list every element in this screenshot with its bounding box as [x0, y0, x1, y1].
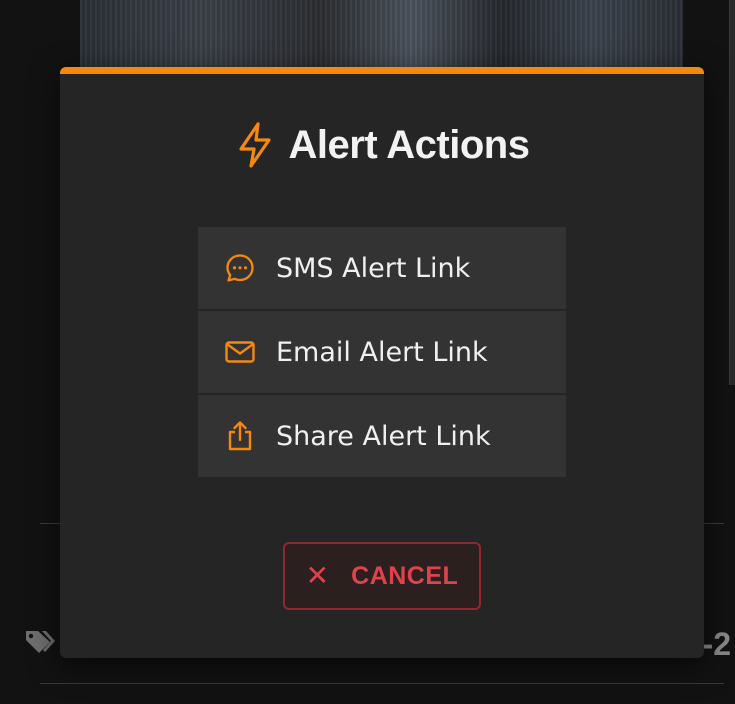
- background-scrollbar: [729, 0, 735, 385]
- dialog-accent-bar: [60, 67, 704, 74]
- dialog-header: Alert Actions: [60, 115, 704, 175]
- close-icon: ✕: [305, 559, 330, 592]
- sms-alert-link-label: SMS Alert Link: [276, 252, 471, 284]
- email-alert-link-label: Email Alert Link: [276, 336, 488, 368]
- app-screen: R-2 Alert Actions SMS Alert Link Email A…: [0, 0, 735, 704]
- tags-icon: [26, 631, 55, 653]
- sms-alert-link-button[interactable]: SMS Alert Link: [198, 227, 566, 309]
- email-alert-link-button[interactable]: Email Alert Link: [198, 311, 566, 393]
- cancel-label: CANCEL: [351, 561, 459, 590]
- cancel-button[interactable]: ✕ CANCEL: [283, 542, 481, 610]
- share-alert-link-button[interactable]: Share Alert Link: [198, 395, 566, 477]
- background-divider: [40, 683, 724, 684]
- chat-bubble-icon: [226, 254, 254, 282]
- action-list: SMS Alert Link Email Alert Link Share Al…: [198, 227, 566, 477]
- share-alert-link-label: Share Alert Link: [276, 420, 491, 452]
- alert-actions-dialog: Alert Actions SMS Alert Link Email Alert…: [60, 67, 704, 658]
- envelope-icon: [225, 341, 255, 363]
- share-upload-icon: [228, 421, 252, 451]
- dialog-title: Alert Actions: [288, 122, 530, 167]
- lightning-bolt-icon: [238, 122, 271, 168]
